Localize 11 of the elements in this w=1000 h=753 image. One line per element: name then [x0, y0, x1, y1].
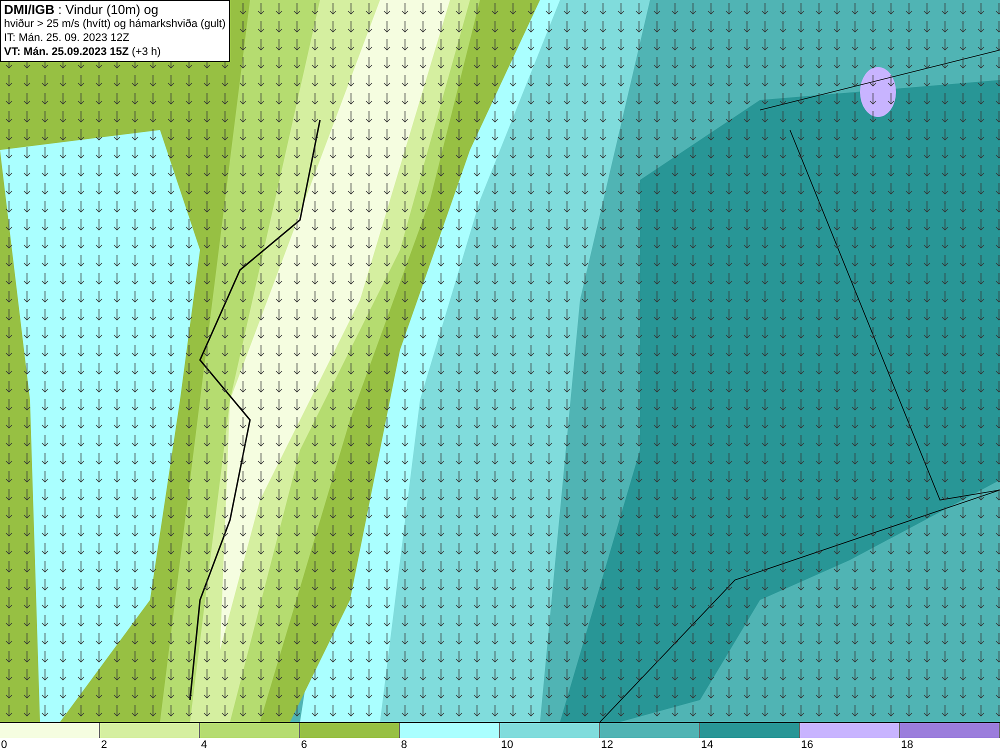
legend-label: 0: [0, 738, 8, 753]
legend-label: 10: [500, 738, 514, 753]
legend-label: 18: [900, 738, 914, 753]
legend-label: 8: [400, 738, 408, 753]
legend-label: 14: [700, 738, 714, 753]
map-title: DMI/IGB : Vindur (10m) og hviður > 25 m/s (hvítt) og hámarkshviða (gult) IT: Mán. 25. 09. 2023 12Z VT: Mán. 25.09.2023 15Z (+3 h): [0, 0, 230, 62]
legend-label: 12: [600, 738, 614, 753]
legend-label: 2: [100, 738, 108, 753]
legend-label: 16: [800, 738, 814, 753]
legend-label: 6: [300, 738, 308, 753]
legend-label: 4: [200, 738, 208, 753]
